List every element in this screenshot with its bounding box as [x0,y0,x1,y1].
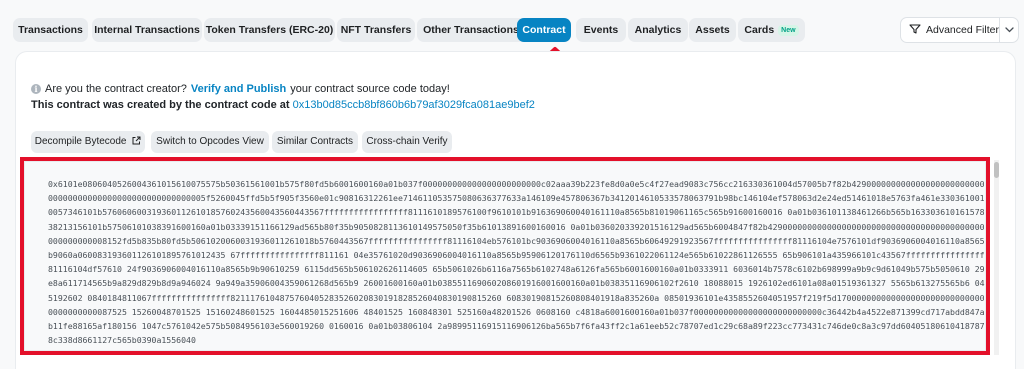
tab-nft-transfers[interactable]: NFT Transfers [337,18,415,42]
tab-transactions[interactable]: Transactions [13,18,88,42]
verify-and-publish-link[interactable]: Verify and Publish [191,83,286,95]
external-link-icon [132,132,141,154]
tab-assets[interactable]: Assets [689,18,736,42]
tab-token-transfers[interactable]: Token Transfers (ERC-20) [204,18,335,42]
advanced-filter-label: Advanced Filter [926,24,999,36]
creator-text: This contract was created by the contrac… [31,99,290,111]
tab-events[interactable]: Events [576,18,626,42]
new-badge: New [778,25,799,36]
tab-analytics[interactable]: Analytics [628,18,688,42]
tab-cards[interactable]: Cards New [738,18,805,42]
bytecode-text: 0x6101e0806040526004361015610075575b5036… [48,179,990,346]
bytecode-scrollbar[interactable] [994,160,999,355]
scrollbar-thumb[interactable] [994,162,999,178]
notice-prefix: Are you the contract creator? [45,83,187,95]
info-icon: i [31,84,41,94]
tab-internal-transactions[interactable]: Internal Transactions [92,18,202,42]
tab-contract[interactable]: Contract [517,18,571,42]
chevron-down-icon[interactable] [1000,27,1018,33]
switch-to-opcodes-button[interactable]: Switch to Opcodes View [151,131,269,153]
bytecode-textarea[interactable]: 0x6101e0806040526004361015610075575b5036… [24,161,986,351]
notice-suffix: your contract source code today! [290,83,450,95]
contract-creator-line: This contract was created by the contrac… [31,99,535,111]
creator-address-link[interactable]: 0x13b0d85ccb8bf860b6b79af3029fca081ae9be… [293,99,535,111]
filter-icon [909,23,921,37]
contract-notice: i Are you the contract creator? Verify a… [31,83,450,95]
cross-chain-verify-button[interactable]: Cross-chain Verify [362,131,452,153]
similar-contracts-button[interactable]: Similar Contracts [272,131,358,153]
advanced-filter-button[interactable]: Advanced Filter [900,17,1019,43]
tab-other-transactions[interactable]: Other Transactions [417,18,525,42]
bytecode-box[interactable]: 0x6101e0806040526004361015610075575b5036… [20,157,990,355]
decompile-bytecode-button[interactable]: Decompile Bytecode [31,131,145,153]
